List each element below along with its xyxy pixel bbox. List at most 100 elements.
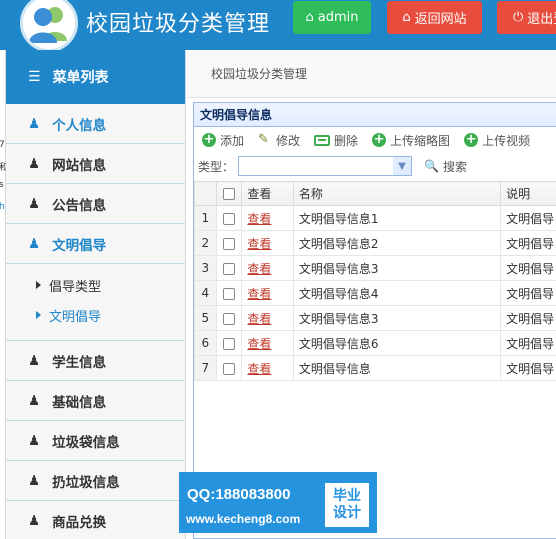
row-number: 5 xyxy=(194,305,217,331)
desc-cell: 文明倡导 xyxy=(500,255,556,281)
sidebar-item-profile[interactable]: ♟ 个人信息 xyxy=(6,104,185,144)
menu-title: 菜单列表 xyxy=(52,70,109,86)
table-row[interactable]: 6 查看 文明倡导信息6 文明倡导 xyxy=(194,330,556,356)
toolbar: + 添加 ✎ 修改 删除 + 上传缩略图 + 上传视频 xyxy=(194,127,556,153)
user-icon: ♟ xyxy=(28,195,41,212)
add-label: 添加 xyxy=(220,133,245,148)
table-header-row: 查看 名称 说明 xyxy=(194,181,556,206)
sidebar-item-site-info[interactable]: ♟ 网站信息 xyxy=(6,144,185,184)
upload-video-button[interactable]: + 上传视频 xyxy=(464,132,530,149)
desc-cell: 文明倡导 xyxy=(500,305,556,331)
type-label: 类型： xyxy=(198,159,235,174)
row-checkbox[interactable] xyxy=(215,255,243,281)
panel-title: 文明倡导信息 xyxy=(194,103,556,127)
sidebar-subitem-civility[interactable]: 文明倡导 xyxy=(6,300,185,330)
name-cell: 文明倡导信息2 xyxy=(292,230,502,256)
sidebar-item-exchange[interactable]: ♟ 商品兑换 xyxy=(6,501,185,539)
sidebar-item-civility[interactable]: ♟ 文明倡导 xyxy=(6,224,185,264)
row-number: 1 xyxy=(194,205,217,231)
filter-bar: 类型： ▼ 🔍 搜索 xyxy=(194,153,556,179)
sidebar-item-students[interactable]: ♟ 学生信息 xyxy=(6,341,185,381)
back-to-site-button[interactable]: ⌂ 返回网站 xyxy=(387,1,482,34)
desc-cell: 文明倡导 xyxy=(500,280,556,306)
watermark-tag-line: 设计 xyxy=(333,505,361,521)
desc-cell: 文明倡导 xyxy=(500,355,556,381)
main-content: 校园垃圾分类管理 文明倡导信息 + 添加 ✎ 修改 删除 + 上传缩略图 + 上… xyxy=(187,50,556,539)
watermark-tag-line: 毕业 xyxy=(333,488,361,504)
user-icon: ♟ xyxy=(28,352,41,369)
table-row[interactable]: 1 查看 文明倡导信息1 文明倡导 xyxy=(194,205,556,231)
table-row[interactable]: 4 查看 文明倡导信息4 文明倡导 xyxy=(194,280,556,306)
row-number: 3 xyxy=(194,255,217,281)
sidebar-item-notices[interactable]: ♟ 公告信息 xyxy=(6,184,185,224)
row-checkbox[interactable] xyxy=(215,280,243,306)
edit-button[interactable]: ✎ 修改 xyxy=(258,132,300,149)
row-checkbox[interactable] xyxy=(215,355,243,381)
sidebar-submenu: 倡导类型 文明倡导 xyxy=(6,264,185,341)
menu-header: ☰ 菜单列表 xyxy=(6,50,185,104)
logout-button[interactable]: ⏻ 退出登 xyxy=(497,1,556,34)
sidebar-item-dumping[interactable]: ♟ 扔垃圾信息 xyxy=(6,461,185,501)
view-link[interactable]: 查看 xyxy=(247,337,271,351)
sidebar-item-label: 个人信息 xyxy=(52,117,107,134)
breadcrumb: 校园垃圾分类管理 xyxy=(187,50,556,98)
user-icon: ♟ xyxy=(28,432,41,449)
sidebar-subitem-label: 文明倡导 xyxy=(49,309,102,325)
row-number-header xyxy=(194,181,217,206)
sidebar-item-label: 网站信息 xyxy=(52,157,107,174)
search-button[interactable]: 🔍 搜索 xyxy=(424,158,467,175)
list-icon: ☰ xyxy=(28,69,41,85)
caret-right-icon xyxy=(36,281,41,289)
upload-video-label: 上传视频 xyxy=(482,133,531,148)
table-row[interactable]: 5 查看 文明倡导信息3 文明倡导 xyxy=(194,305,556,331)
user-icon: ♟ xyxy=(28,155,41,172)
user-icon: ♟ xyxy=(28,512,41,529)
row-number: 6 xyxy=(194,330,217,356)
view-link[interactable]: 查看 xyxy=(247,312,271,326)
view-link[interactable]: 查看 xyxy=(247,287,271,301)
upload-thumbnail-button[interactable]: + 上传缩略图 xyxy=(372,132,450,149)
back-label: 返回网站 xyxy=(414,12,467,27)
row-checkbox[interactable] xyxy=(215,230,243,256)
row-checkbox[interactable] xyxy=(215,205,243,231)
user-icon: ♟ xyxy=(28,235,41,252)
watermark-banner: QQ:188083800 www.kecheng8.com 毕业 设计 xyxy=(179,472,377,533)
table-row[interactable]: 7 查看 文明倡导信息 文明倡导 xyxy=(194,355,556,381)
admin-button[interactable]: ⌂ admin xyxy=(293,1,371,34)
upload-thumbnail-label: 上传缩略图 xyxy=(390,133,451,148)
name-cell: 文明倡导信息4 xyxy=(292,280,502,306)
pencil-icon: ✎ xyxy=(258,132,269,147)
sidebar-item-label: 扔垃圾信息 xyxy=(52,474,120,491)
watermark-tag: 毕业 设计 xyxy=(325,483,369,527)
name-cell: 文明倡导信息3 xyxy=(292,255,502,281)
view-column-header[interactable]: 查看 xyxy=(241,181,294,206)
search-icon: 🔍 xyxy=(424,159,439,173)
name-cell: 文明倡导信息6 xyxy=(292,330,502,356)
type-select[interactable]: ▼ xyxy=(238,156,413,176)
stray-char: h xyxy=(0,202,5,212)
data-table: 查看 名称 说明 1 查看 文明倡导信息1 文明倡导 2 查看 文明倡导信息2 … xyxy=(194,181,556,381)
user-icon: ♟ xyxy=(28,392,41,409)
desc-column-header[interactable]: 说明 xyxy=(500,181,556,206)
view-link[interactable]: 查看 xyxy=(247,362,271,376)
watermark-qq: QQ:188083800 xyxy=(187,486,291,503)
sidebar-item-basic-info[interactable]: ♟ 基础信息 xyxy=(6,381,185,421)
view-link[interactable]: 查看 xyxy=(247,262,271,276)
view-link[interactable]: 查看 xyxy=(247,212,271,226)
sidebar-item-label: 垃圾袋信息 xyxy=(52,434,120,451)
home-icon: ⌂ xyxy=(305,10,314,25)
sidebar-subitem-advocacy-types[interactable]: 倡导类型 xyxy=(6,270,185,300)
view-link[interactable]: 查看 xyxy=(247,237,271,251)
delete-button[interactable]: 删除 xyxy=(314,132,358,149)
select-all-checkbox[interactable] xyxy=(215,181,243,206)
table-row[interactable]: 3 查看 文明倡导信息3 文明倡导 xyxy=(194,255,556,281)
row-checkbox[interactable] xyxy=(215,330,243,356)
add-button[interactable]: + 添加 xyxy=(202,132,244,149)
name-column-header[interactable]: 名称 xyxy=(292,181,502,206)
sidebar-item-garbage-bags[interactable]: ♟ 垃圾袋信息 xyxy=(6,421,185,461)
row-checkbox[interactable] xyxy=(215,305,243,331)
sidebar: ☰ 菜单列表 ♟ 个人信息 ♟ 网站信息 ♟ 公告信息 ♟ 文明倡导 倡导类型 … xyxy=(6,50,186,539)
table-row[interactable]: 2 查看 文明倡导信息2 文明倡导 xyxy=(194,230,556,256)
row-number: 7 xyxy=(194,355,217,381)
watermark-url: www.kecheng8.com xyxy=(186,512,301,526)
